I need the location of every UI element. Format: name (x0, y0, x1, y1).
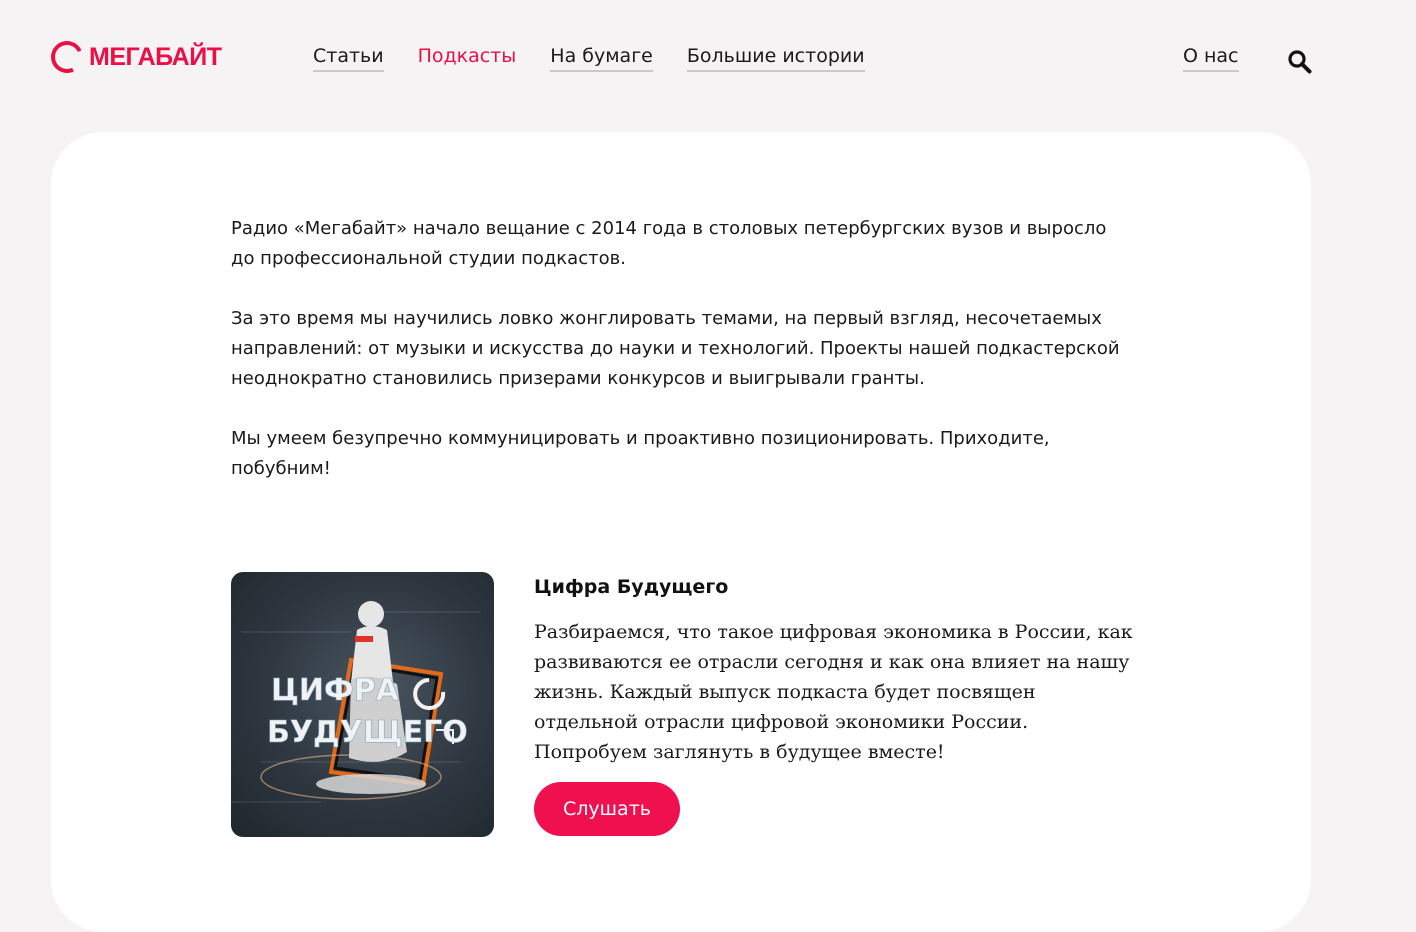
main-nav: Статьи Подкасты На бумаге Большие истори… (313, 44, 899, 72)
cover-title-line2: БУДУЩЕГО (267, 715, 468, 750)
podcast-title[interactable]: Цифра Будущего (534, 575, 728, 599)
search-icon[interactable] (1287, 49, 1313, 75)
podcast-card: ЦИФРА БУДУЩЕГО Цифра Будущего Разбираемс… (231, 572, 1133, 842)
nav-item-big-stories[interactable]: Большие истории (686, 44, 865, 72)
intro-paragraph: За это время мы научились ловко жонглиро… (231, 308, 1120, 389)
intro-paragraph: Мы умеем безупречно коммуницировать и пр… (231, 428, 1050, 479)
nav-item-articles[interactable]: Статьи (313, 44, 384, 72)
logo-mark-icon (46, 36, 88, 78)
podcast-description: Разбираемся, что такое цифровая экономик… (534, 621, 1133, 763)
nav-item-about[interactable]: О нас (1183, 44, 1239, 72)
logo-text: МЕГАБАЙТ (89, 42, 222, 71)
site-logo[interactable]: МЕГАБАЙТ (46, 36, 222, 78)
site-header: МЕГАБАЙТ Статьи Подкасты На бумаге Больш… (0, 0, 1416, 110)
nav-item-podcasts[interactable]: Подкасты (418, 44, 517, 72)
listen-button[interactable]: Слушать (534, 782, 680, 836)
podcast-cover-image[interactable]: ЦИФРА БУДУЩЕГО (231, 572, 494, 837)
intro-text: Радио «Мегабайт» начало вещание с 2014 г… (231, 214, 1131, 514)
nav-item-on-paper[interactable]: На бумаге (550, 44, 653, 72)
content-card: Радио «Мегабайт» начало вещание с 2014 г… (51, 132, 1311, 932)
cover-title-line1: ЦИФРА (271, 673, 400, 708)
intro-paragraph: Радио «Мегабайт» начало вещание с 2014 г… (231, 218, 1107, 269)
